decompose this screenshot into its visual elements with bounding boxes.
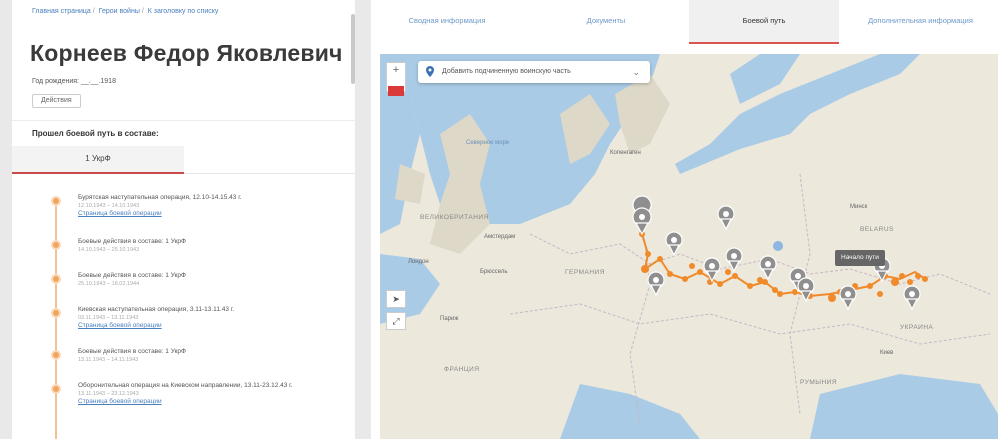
timeline-dot: [51, 308, 61, 318]
map-label-copenhagen: Копенгаген: [610, 150, 641, 156]
timeline: Бурятская наступательная операция, 12.10…: [12, 190, 355, 439]
tab-summary[interactable]: Сводная информация: [371, 0, 523, 44]
timeline-date: 13.11.1943 – 14.11.1943: [78, 357, 139, 363]
map-label-uk: ВЕЛИКОБРИТАНИЯ: [420, 214, 489, 221]
left-scrollbar[interactable]: [351, 14, 355, 84]
chevron-down-icon: ⌄: [632, 67, 640, 77]
map-label-ukraine: УКРАИНА: [900, 324, 934, 331]
breadcrumb-item[interactable]: К заголовку по списку: [148, 8, 219, 15]
path-heading: Прошел боевой путь в составе:: [32, 129, 159, 138]
actions-button[interactable]: Действия: [32, 94, 81, 108]
map-label-france: ФРАНЦИЯ: [444, 366, 480, 373]
timeline-date: 25.10.1943 – 18.02.1944: [78, 281, 140, 287]
unit-tab[interactable]: 1 УкрФ: [12, 146, 184, 174]
unit-select-placeholder: Добавить подчиненную воинскую часть: [442, 68, 571, 75]
timeline-date: 13.11.1943 – 23.12.1943: [78, 391, 139, 397]
birth-label: Год рождения:: [32, 78, 79, 85]
right-panel: Сводная информация Документы Боевой путь…: [371, 0, 998, 439]
timeline-title: Боевые действия в составе: 1 УкрФ: [78, 348, 186, 355]
map-label-kyiv: Киев: [880, 350, 894, 356]
map-label-amsterdam: Амстердам: [484, 234, 516, 240]
breadcrumb: Главная страница / Герои войны / К заголов…: [32, 8, 219, 15]
map-canvas: [380, 54, 998, 439]
timeline-title: Боевые действия в составе: 1 УкрФ: [78, 272, 186, 279]
divider: [12, 120, 355, 121]
timeline-date: 14.10.1943 – 25.10.1943: [78, 247, 140, 253]
map-label-sea: Северное море: [466, 140, 510, 146]
timeline-dot: [51, 274, 61, 284]
tab-additional-info[interactable]: Дополнительная информация: [843, 0, 998, 44]
breadcrumb-item[interactable]: Герои войны: [99, 8, 140, 15]
map-label-belarus: BELARUS: [860, 226, 894, 233]
timeline-title: Бурятская наступательная операция, 12.10…: [78, 194, 242, 201]
map-label-romania: РУМЫНИЯ: [800, 379, 838, 386]
map-label-paris: Париж: [440, 316, 459, 322]
battle-path-map[interactable]: Северное море ВЕЛИКОБРИТАНИЯ Лондон Амст…: [380, 54, 998, 439]
timeline-date: 12.10.1943 – 14.10.1943: [78, 203, 140, 209]
breadcrumb-item[interactable]: Главная страница: [32, 8, 91, 15]
zoom-in-button[interactable]: +: [387, 63, 405, 77]
red-flag-marker[interactable]: [388, 86, 404, 96]
timeline-dot: [51, 384, 61, 394]
timeline-dot: [51, 196, 61, 206]
person-name: Корнеев Федор Яковлевич: [30, 40, 343, 66]
location-pin-icon: [426, 66, 434, 77]
unit-select[interactable]: Добавить подчиненную воинскую часть ⌄: [418, 61, 650, 83]
tab-battle-path[interactable]: Боевой путь: [689, 0, 839, 44]
timeline-dot: [51, 240, 61, 250]
locate-icon[interactable]: ➤: [386, 290, 406, 308]
birth-info: Год рождения: __.__.1918: [32, 78, 116, 85]
expand-icon[interactable]: ⤢: [386, 312, 406, 330]
unit-tab-filler: [184, 146, 355, 174]
timeline-title: Боевые действия в составе: 1 УкрФ: [78, 238, 186, 245]
timeline-dot: [51, 350, 61, 360]
map-label-germany: ГЕРМАНИЯ: [565, 269, 605, 276]
map-label-brussels: Брюссель: [480, 269, 508, 275]
timeline-link[interactable]: Страница боевой операции: [78, 322, 328, 330]
tab-bar: Сводная информация Документы Боевой путь…: [371, 0, 998, 44]
map-label-london: Лондон: [408, 259, 429, 265]
timeline-link[interactable]: Страница боевой операции: [78, 398, 328, 406]
map-tooltip: Начало пути: [835, 250, 885, 266]
timeline-link[interactable]: Страница боевой операции: [78, 210, 328, 218]
timeline-date: 03.11.1943 – 13.11.1943: [78, 315, 139, 321]
timeline-title: Киевская наступательная операция, 3.11-1…: [78, 306, 235, 313]
birth-value: __.__.1918: [80, 78, 116, 85]
tab-documents[interactable]: Документы: [531, 0, 681, 44]
timeline-title: Оборонительная операция на Киевском напр…: [78, 382, 293, 389]
left-panel: Главная страница / Герои войны / К заголов…: [12, 0, 355, 439]
map-label-minsk: Минск: [850, 204, 868, 210]
